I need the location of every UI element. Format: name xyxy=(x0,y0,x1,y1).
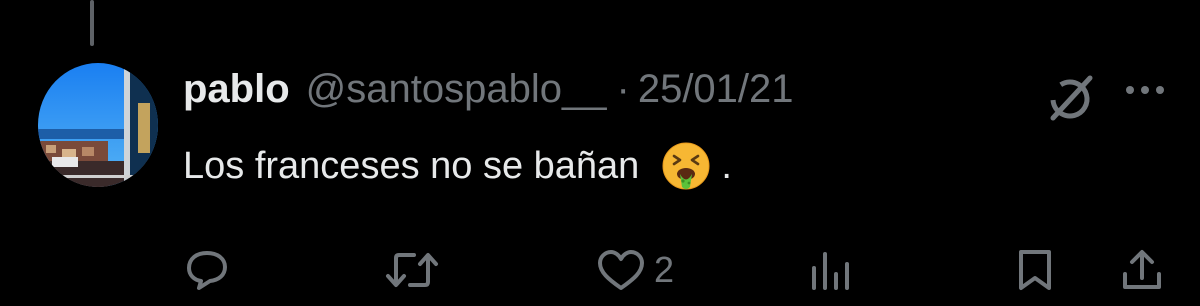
bookmark-icon xyxy=(1019,250,1051,290)
bookmark-button[interactable] xyxy=(1014,248,1056,292)
views-icon xyxy=(812,252,849,290)
more-options-button[interactable] xyxy=(1122,74,1168,106)
share-icon xyxy=(1123,250,1161,289)
retweet-icon xyxy=(386,253,438,287)
like-count: 2 xyxy=(654,249,675,290)
grok-button[interactable] xyxy=(1044,70,1098,124)
more-dots-icon xyxy=(1126,86,1164,94)
header-separator: · xyxy=(616,67,630,111)
reply-icon xyxy=(187,251,227,290)
nauseated-face-emoji-icon xyxy=(661,141,711,191)
author-display-name[interactable]: pablo xyxy=(183,64,290,114)
share-button[interactable] xyxy=(1120,248,1164,292)
avatar-image xyxy=(38,63,158,187)
tweet-text-suffix: . xyxy=(721,145,732,187)
avatar[interactable] xyxy=(38,63,158,187)
tweet-header: pablo @santospablo__ · 25/01/21 xyxy=(183,64,794,114)
tweet-date[interactable]: 25/01/21 xyxy=(638,64,794,114)
thread-connector-line xyxy=(90,0,94,46)
retweet-button[interactable] xyxy=(384,248,440,292)
tweet-text: Los franceses no se bañan xyxy=(183,145,640,187)
reply-button[interactable] xyxy=(184,248,230,292)
heart-icon xyxy=(598,250,644,290)
author-handle[interactable]: @santospablo__ xyxy=(306,64,607,114)
grok-icon xyxy=(1050,75,1093,121)
views-button[interactable] xyxy=(808,248,852,292)
like-button[interactable]: 2 xyxy=(596,248,674,292)
tweet-body: Los franceses no se bañan . xyxy=(183,138,732,194)
